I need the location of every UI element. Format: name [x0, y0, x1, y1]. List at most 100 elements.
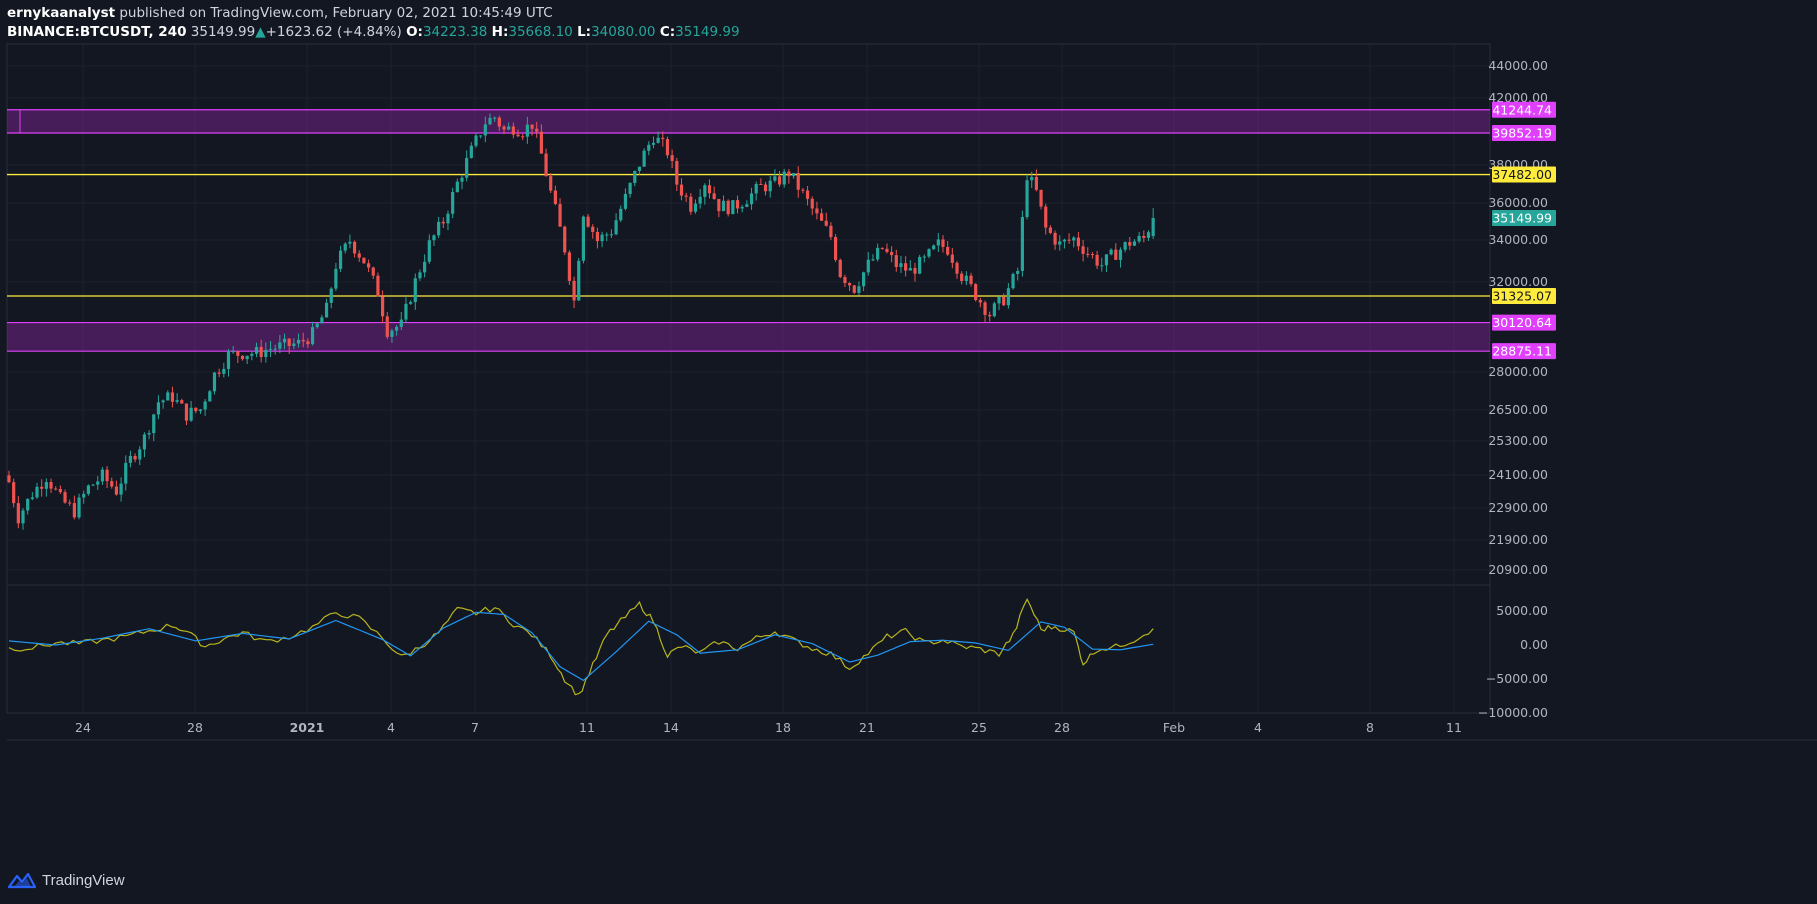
candle-body: [791, 172, 796, 177]
candle-body: [189, 407, 193, 421]
price-tick-label: 26500.00: [1488, 402, 1548, 417]
candle-body: [352, 241, 357, 254]
candle-body: [726, 200, 730, 215]
candle-body: [54, 488, 58, 490]
candle-body: [21, 510, 25, 524]
tradingview-logo-icon: [8, 872, 36, 889]
candle-body: [222, 368, 226, 374]
candle-body: [852, 285, 856, 293]
candle-body: [535, 128, 539, 132]
candle-body: [334, 268, 338, 289]
price-tick-label: 22900.00: [1488, 500, 1548, 515]
candle: [974, 283, 978, 302]
candle-body: [642, 150, 646, 167]
candle-body: [198, 409, 203, 412]
candle-body: [693, 203, 698, 212]
candle-body: [1011, 273, 1015, 289]
candle: [1025, 174, 1029, 220]
candle-body: [754, 184, 758, 194]
candle-body: [759, 184, 763, 186]
price-chart-svg[interactable]: 44000.0042000.0038000.0036000.0034000.00…: [0, 0, 1817, 900]
candle-body: [908, 268, 912, 271]
candle-body: [110, 481, 114, 487]
candle: [451, 187, 455, 219]
candle: [852, 284, 856, 295]
candle: [642, 148, 646, 167]
candle-body: [493, 117, 497, 119]
candle-body: [670, 155, 674, 162]
sr-zone-2[interactable]: [7, 322, 1490, 352]
candle-body: [357, 253, 361, 258]
candle-body: [661, 137, 665, 140]
candle: [212, 371, 217, 395]
indicator-tick-label: −5000.00: [1486, 671, 1548, 686]
level-price-label: 31325.07: [1492, 289, 1552, 304]
candle-body: [465, 157, 469, 178]
candle-body: [946, 246, 950, 255]
candle-body: [180, 400, 184, 404]
candle-body: [376, 275, 380, 297]
candle-body: [1142, 235, 1146, 238]
candle-body: [988, 314, 992, 317]
candle-body: [409, 302, 413, 304]
candle-body: [404, 303, 408, 320]
candle: [665, 136, 670, 159]
candle-body: [1006, 288, 1010, 306]
candle-body: [721, 200, 726, 212]
candle-body: [735, 200, 740, 209]
candle-body: [628, 182, 632, 194]
candle-body: [796, 172, 800, 190]
candle-body: [684, 195, 688, 197]
time-axis[interactable]: 24 28 2021 4 7 11 14 18 21 25 28 Feb 4 8 11: [75, 720, 1462, 735]
candle-body: [833, 237, 838, 260]
candle-body: [904, 263, 908, 271]
candle-body: [1058, 241, 1062, 245]
candle-body: [488, 117, 492, 125]
candle-body: [932, 245, 936, 250]
zone-top-price-label: 30120.64: [1492, 315, 1552, 330]
candle-body: [82, 493, 86, 498]
candle-body: [203, 401, 207, 410]
time-tick-label: 4: [387, 720, 395, 735]
candle-body: [194, 407, 198, 412]
candle: [731, 200, 735, 215]
candle-body: [927, 249, 931, 257]
chart-area[interactable]: 44000.00 42000.00 38000.00 36000.00 34000.00…: [0, 0, 1817, 900]
candle-body: [1025, 180, 1029, 218]
candle-body: [1053, 232, 1057, 245]
candle-body: [338, 250, 343, 269]
candle-body: [581, 216, 586, 261]
candle-body: [577, 260, 581, 301]
zone-bottom-price-label: 39852.19: [1492, 126, 1552, 141]
candle-body: [782, 171, 786, 185]
candle-body: [1132, 241, 1137, 246]
tradingview-footer[interactable]: TradingView: [8, 869, 125, 891]
candle-body: [306, 341, 310, 345]
candle-body: [600, 234, 604, 242]
candle-body: [871, 259, 875, 261]
time-tick-label: 14: [663, 720, 679, 735]
time-tick-label: 24: [75, 720, 91, 735]
candle: [376, 272, 380, 297]
candle-body: [343, 243, 347, 251]
time-tick-label: 7: [471, 720, 479, 735]
candle-body: [525, 124, 529, 137]
candle-body: [992, 303, 996, 317]
sr-zone-1[interactable]: [7, 109, 1490, 134]
time-tick-label: 8: [1366, 720, 1374, 735]
candle-body: [936, 239, 940, 246]
candle-body: [287, 338, 291, 347]
time-tick-label: 11: [1446, 720, 1462, 735]
candle: [726, 199, 730, 217]
candle-body: [72, 503, 76, 518]
candle-body: [941, 239, 945, 247]
candle-body: [315, 323, 319, 328]
candle-body: [348, 241, 352, 244]
candle-body: [717, 199, 721, 212]
candle: [918, 254, 922, 275]
candle-body: [876, 247, 880, 260]
candle-body: [922, 256, 926, 258]
price-tick-label: 21900.00: [1488, 532, 1548, 547]
candle-body: [623, 193, 628, 209]
candle-body: [212, 372, 217, 392]
